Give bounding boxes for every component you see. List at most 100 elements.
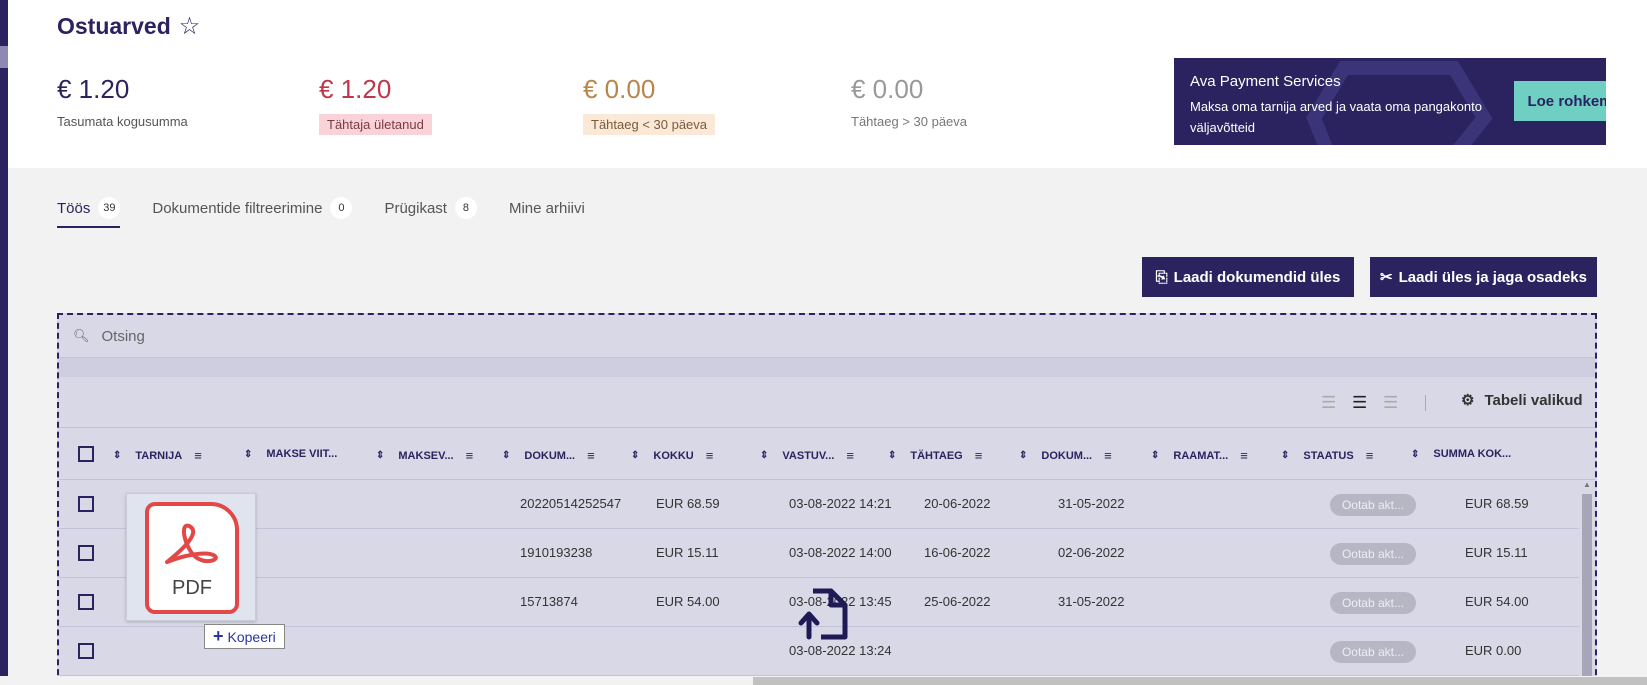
sort-icon[interactable]: ⇕	[376, 450, 384, 461]
column-header-due-date[interactable]: ⇕ TÄHTAEG ≡	[888, 448, 982, 463]
status-badge: Ootab akt...	[1330, 543, 1416, 565]
cell-document-date: 31-05-2022	[1058, 594, 1125, 609]
pdf-file-icon: PDF	[145, 502, 239, 614]
tab-label: Prügikast	[384, 199, 447, 217]
filter-icon[interactable]: ≡	[1104, 448, 1112, 463]
sort-icon[interactable]: ⇕	[1151, 450, 1159, 461]
cell-sum-total: EUR 68.59	[1465, 496, 1529, 511]
cell-sum-total: EUR 15.11	[1465, 545, 1528, 560]
row-checkbox[interactable]	[78, 594, 94, 610]
sort-icon[interactable]: ⇕	[1281, 450, 1289, 461]
view-compact-icon[interactable]: ☰	[1321, 393, 1336, 413]
filter-icon[interactable]: ≡	[846, 448, 854, 463]
table-options-label: Tabeli valikud	[1484, 391, 1583, 409]
cell-sum-total: EUR 0.00	[1465, 643, 1522, 658]
page-horizontal-scrollbar[interactable]	[0, 676, 1647, 685]
stat-label: Tähtaeg < 30 päeva	[583, 114, 716, 135]
column-header-document-date[interactable]: ⇕ DOKUM... ≡	[1019, 448, 1112, 463]
row-checkbox[interactable]	[78, 496, 94, 512]
column-label: KOKKU	[653, 449, 694, 462]
column-header-total[interactable]: ⇕ KOKKU ≡	[631, 448, 713, 463]
stat-label: Tasumata kogusumma	[57, 114, 188, 129]
column-header-supplier[interactable]: ⇕ TARNIJA ≡	[113, 448, 202, 463]
stat-due-under-30: € 0.00 Tähtaeg < 30 päeva	[583, 72, 716, 135]
row-checkbox[interactable]	[78, 643, 94, 659]
app-left-sidebar	[0, 0, 9, 685]
sort-icon[interactable]: ⇕	[631, 450, 639, 461]
search-bar[interactable]: 🔍︎ Otsing	[59, 315, 1595, 357]
cell-document-date: 02-06-2022	[1058, 545, 1125, 560]
select-all-checkbox[interactable]	[78, 446, 94, 462]
column-header-payment-ref[interactable]: ⇕ MAKSE VIIT...	[244, 448, 337, 460]
stat-overdue: € 1.20 Tähtaja ületanud	[319, 72, 432, 135]
column-label: STAATUS	[1303, 449, 1354, 462]
tab-archive[interactable]: Mine arhiivi	[509, 192, 585, 224]
sort-icon[interactable]: ⇕	[888, 450, 896, 461]
tab-trash[interactable]: Prügikast 8	[384, 192, 477, 224]
column-label: RAAMAT...	[1173, 449, 1229, 462]
scrollbar-thumb[interactable]	[1582, 494, 1592, 685]
column-header-bookkeeping[interactable]: ⇕ RAAMAT... ≡	[1151, 448, 1248, 463]
sort-icon[interactable]: ⇕	[113, 450, 121, 461]
column-label: TÄHTAEG	[910, 449, 963, 462]
filter-icon[interactable]: ≡	[975, 448, 983, 463]
filter-icon[interactable]: ≡	[466, 448, 474, 463]
cell-total: EUR 15.11	[656, 545, 719, 560]
acrobat-logo-icon	[165, 523, 218, 564]
column-header-payment-method[interactable]: ⇕ MAKSEV... ≡	[376, 448, 473, 463]
summary-card: Ostuarved ☆ € 1.20 Tasumata kogusumma € …	[8, 0, 1647, 168]
column-header-sum-total[interactable]: ⇕ SUMMA KOK...	[1411, 448, 1511, 460]
button-label: Laadi dokumendid üles	[1173, 268, 1341, 286]
sort-icon[interactable]: ⇕	[1411, 449, 1419, 460]
tab-document-filtering[interactable]: Dokumentide filtreerimine 0	[152, 192, 353, 224]
stat-label: Tähtaeg > 30 päeva	[851, 114, 968, 129]
sort-icon[interactable]: ⇕	[502, 450, 510, 461]
cell-document-no: 20220514252547	[520, 496, 622, 511]
view-list-icon[interactable]: ☰	[1352, 393, 1367, 413]
table-scrollbar[interactable]: ▲	[1581, 480, 1593, 685]
favorite-star-icon[interactable]: ☆	[179, 12, 201, 41]
sort-icon[interactable]: ⇕	[1019, 450, 1027, 461]
column-label: VASTUV...	[782, 449, 835, 462]
copy-label: Kopeeri	[227, 628, 276, 645]
search-input[interactable]: Otsing	[102, 328, 145, 345]
row-checkbox[interactable]	[78, 545, 94, 561]
cell-document-date: 31-05-2022	[1058, 496, 1125, 511]
tab-label: Töös	[57, 199, 91, 217]
read-more-button[interactable]: Loe rohkem	[1514, 81, 1606, 121]
table-row[interactable]: 1910193238 EUR 15.11 03-08-2022 14:00 16…	[59, 529, 1579, 578]
column-label: MAKSEV...	[398, 449, 454, 462]
filter-icon[interactable]: ≡	[1240, 448, 1248, 463]
filter-icon[interactable]: ≡	[1366, 448, 1374, 463]
dragged-pdf-file[interactable]: PDF	[126, 493, 256, 621]
filter-icon[interactable]: ≡	[194, 448, 202, 463]
stat-amount: € 1.20	[319, 74, 392, 104]
cell-received: 03-08-2022 14:00	[789, 545, 892, 560]
column-header-document-no[interactable]: ⇕ DOKUM... ≡	[502, 448, 595, 463]
cell-document-no: 15713874	[520, 594, 578, 609]
sort-icon[interactable]: ⇕	[244, 449, 252, 460]
stat-due-over-30: € 0.00 Tähtaeg > 30 päeva	[851, 72, 967, 131]
tab-count-badge: 0	[330, 197, 353, 219]
sort-icon[interactable]: ⇕	[760, 450, 768, 461]
upload-file-drop-icon	[798, 588, 848, 640]
stat-amount: € 0.00	[851, 74, 924, 104]
tab-in-progress[interactable]: Töös 39	[57, 192, 121, 228]
filter-icon[interactable]: ≡	[706, 448, 714, 463]
column-header-received[interactable]: ⇕ VASTUV... ≡	[760, 448, 854, 463]
upload-documents-button[interactable]: ⎘ Laadi dokumendid üles	[1142, 257, 1354, 297]
payment-services-banner: Ava Payment Services Maksa oma tarnija a…	[1174, 58, 1606, 145]
view-dense-icon[interactable]: ☰	[1383, 393, 1398, 413]
upload-and-split-button[interactable]: ✂ Laadi üles ja jaga osadeks	[1370, 257, 1597, 297]
status-badge: Ootab akt...	[1330, 494, 1416, 516]
column-header-status[interactable]: ⇕ STAATUS ≡	[1281, 448, 1373, 463]
scrollbar-thumb[interactable]	[753, 677, 1647, 685]
table-row[interactable]: 20220514252547 EUR 68.59 03-08-2022 14:2…	[59, 480, 1579, 529]
filter-icon[interactable]: ≡	[587, 448, 595, 463]
document-tabs: Töös 39 Dokumentide filtreerimine 0 Prüg…	[57, 192, 617, 228]
divider	[59, 357, 1595, 377]
column-label: DOKUM...	[1041, 449, 1093, 462]
scroll-up-arrow-icon[interactable]: ▲	[1583, 480, 1591, 489]
table-options-button[interactable]: ⚙ Tabeli valikud	[1461, 391, 1583, 410]
plus-icon: +	[213, 626, 224, 646]
